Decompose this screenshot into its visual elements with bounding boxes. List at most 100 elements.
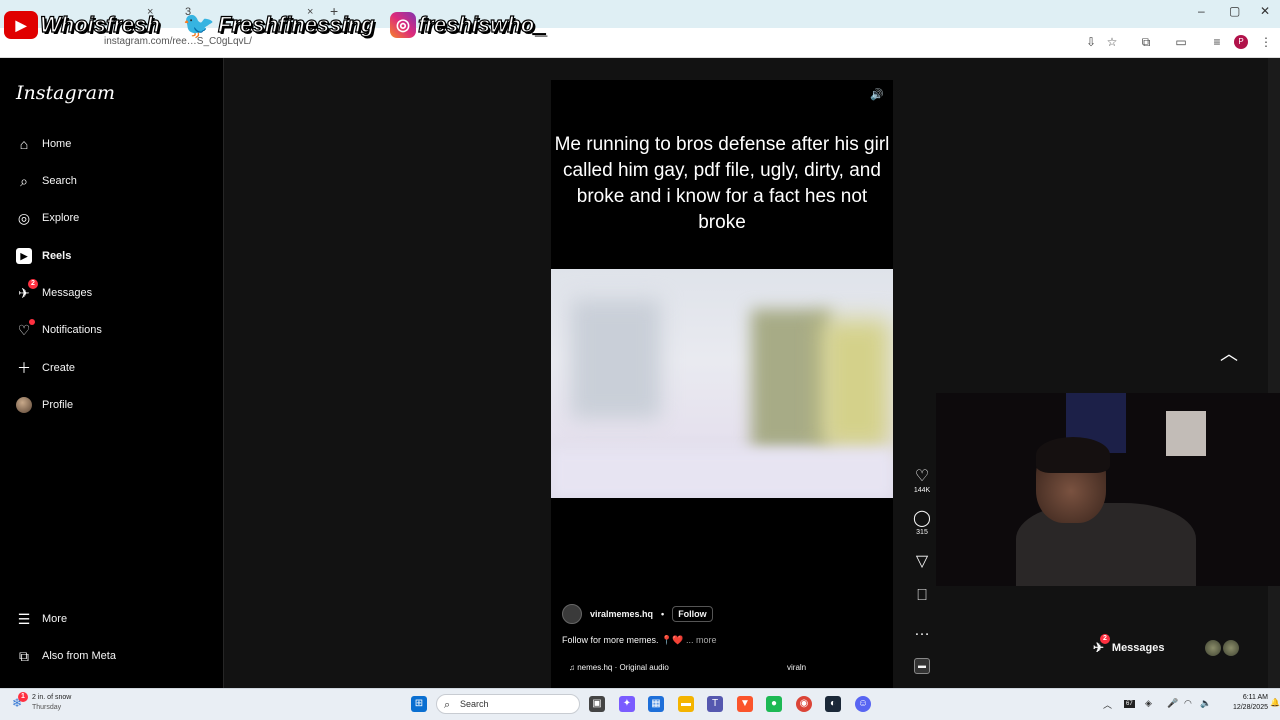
search-icon: ⌕ [20, 172, 28, 189]
reel-overlay-text: Me running to bros defense after his gir… [554, 134, 890, 233]
sidebar-item-explore[interactable]: ◎ Explore [16, 207, 79, 229]
search-icon: ⌕ [444, 699, 451, 711]
instagram-handle: freshiswho_ [417, 11, 547, 37]
task-view-icon[interactable]: ▣ [589, 696, 605, 712]
weather-condition: 2 in. of snow [32, 694, 72, 701]
sidebar-item-more[interactable]: ☰ More [16, 608, 67, 630]
sidebar-item-label: Reels [42, 250, 72, 262]
microphone-icon[interactable]: 🎤 [1167, 698, 1178, 709]
sidebar-item-label: Home [42, 138, 72, 150]
save-button[interactable]: ⎕ [906, 587, 938, 605]
clock-date: 12/28/2025 [1232, 704, 1268, 711]
messenger-icon: ✈ 2 [1093, 634, 1110, 656]
sidebar-item-reels[interactable]: ▶ Reels [16, 245, 71, 267]
messages-badge: 2 [28, 279, 38, 289]
weather-widget[interactable]: ❄ 1 2 in. of snow Thursday [12, 692, 72, 713]
page-scrollbar[interactable] [1268, 58, 1280, 688]
tray-overflow-chevron-icon[interactable]: ︿ [1103, 698, 1112, 711]
home-icon: ⌂ [19, 136, 29, 152]
browser-profile-avatar[interactable]: P [1234, 35, 1248, 49]
tagged-account[interactable]: viraln [787, 663, 806, 672]
copilot-icon[interactable]: ✦ [619, 696, 635, 712]
split-view-icon[interactable]: ▭ [1173, 34, 1189, 50]
audio-thumbnail-icon: ▬ [914, 658, 930, 674]
window-close-icon[interactable]: ✕ [1260, 4, 1270, 18]
minimize-icon[interactable]: – [1198, 4, 1205, 18]
like-count: 144K [913, 487, 931, 494]
sidebar-item-messages[interactable]: ✈ 2 Messages [16, 279, 93, 304]
notification-bell-icon[interactable]: 🔔 [1270, 698, 1280, 707]
webcam-overlay [936, 393, 1280, 586]
taskbar-search-placeholder: Search [460, 699, 489, 709]
like-button[interactable]: ♡ 144K [906, 468, 938, 494]
instagram-overlay: ◎ freshiswho_ [390, 8, 547, 42]
extensions-icon[interactable]: ⧉ [1138, 34, 1154, 50]
more-options-button[interactable]: … [906, 622, 938, 640]
chrome-icon[interactable]: ◉ [796, 696, 812, 712]
author-username[interactable]: viralmemes.hq [590, 609, 653, 619]
sidebar-item-label: Explore [42, 212, 80, 224]
comment-count: 315 [916, 529, 928, 536]
reels-icon: ▶ [16, 248, 32, 264]
tray-app-icon[interactable]: ◈ [1145, 698, 1152, 709]
caption-more-link[interactable]: ... more [686, 635, 717, 645]
separator-dot: • [661, 609, 665, 619]
more-dots-icon: … [914, 622, 930, 639]
message-avatars[interactable] [1205, 640, 1239, 656]
install-app-icon[interactable]: ⇩ [1083, 34, 1099, 50]
maximize-icon[interactable]: ▢ [1229, 4, 1240, 18]
audio-thumbnail-button[interactable]: ▬ [906, 658, 938, 674]
avatar [16, 397, 32, 413]
messages-pill-badge: 2 [1099, 634, 1110, 644]
sidebar-item-home[interactable]: ⌂ Home [16, 133, 72, 155]
taskbar-clock[interactable]: 6:11 AM 12/28/2025 [1222, 693, 1268, 713]
comment-button[interactable]: ◯ 315 [906, 510, 938, 536]
discord-icon[interactable]: ☺ [855, 696, 871, 712]
speaker-icon[interactable]: 🔈 [1200, 698, 1211, 709]
app-icon[interactable]: ● [766, 696, 782, 712]
file-explorer-icon[interactable]: ▬ [678, 696, 694, 712]
sidebar-item-label: Profile [42, 399, 74, 411]
caption-text: Follow for more memes. 📍❤️ [562, 635, 684, 645]
author-avatar[interactable] [562, 604, 582, 624]
heart-icon: ♡ [16, 319, 35, 338]
taskbar-search[interactable]: ⌕ Search [436, 694, 580, 714]
clock-time: 6:11 AM [1242, 694, 1268, 701]
sidebar-item-label: Notifications [42, 324, 102, 336]
sidebar-item-notifications[interactable]: ♡ Notifications [16, 319, 102, 341]
follow-button[interactable]: Follow [672, 606, 713, 622]
share-icon: ▽ [915, 553, 929, 570]
messages-pill[interactable]: ✈ 2 Messages [1093, 634, 1165, 656]
instagram-icon: ◎ [390, 12, 416, 38]
youtube-icon: ▶ [4, 11, 38, 39]
sidebar-item-profile[interactable]: Profile [16, 394, 73, 416]
sidebar-item-label: Create [42, 362, 76, 374]
sidebar-item-label: Messages [42, 287, 93, 299]
chevron-up-icon[interactable]: ︿ [1220, 340, 1238, 366]
twitter-overlay: 🐦 Freshfinessing [182, 8, 375, 42]
plus-icon: ＋ [17, 360, 31, 376]
browser-menu-icon[interactable]: ⋮ [1258, 34, 1274, 50]
reel-video[interactable] [551, 269, 893, 498]
sidebar-item-create[interactable]: ＋ Create [16, 357, 75, 379]
reel-caption: Follow for more memes. 📍❤️ ... more [562, 635, 716, 646]
wifi-icon[interactable]: ◠ [1184, 698, 1192, 709]
windows-start-icon[interactable]: ⊞ [411, 696, 427, 712]
store-icon[interactable]: ▦ [648, 696, 664, 712]
volume-icon[interactable]: 🔊 [870, 88, 884, 101]
steam-icon[interactable]: ◐ [825, 696, 841, 712]
media-control-icon[interactable]: ≡ [1209, 34, 1225, 50]
bookmark-star-icon[interactable]: ☆ [1104, 34, 1120, 50]
sidebar-item-label: Also from Meta [42, 650, 116, 662]
teams-icon[interactable]: T [707, 696, 723, 712]
sidebar-item-also-from-meta[interactable]: ⧉ Also from Meta [16, 645, 116, 667]
share-button[interactable]: ▽ [906, 553, 938, 571]
instagram-logo[interactable]: Instagram [16, 82, 115, 104]
youtube-overlay: ▶ Whoisfresh [4, 8, 160, 42]
reel-author-row: viralmemes.hq • Follow [562, 604, 713, 624]
tray-app-badge[interactable]: 67 [1124, 700, 1135, 708]
sidebar-item-search[interactable]: ⌕ Search [16, 170, 77, 192]
audio-link[interactable]: ♫ nemes.hq · Original audio [569, 663, 669, 672]
hamburger-icon: ☰ [17, 610, 31, 627]
brave-icon[interactable]: ▼ [737, 696, 753, 712]
